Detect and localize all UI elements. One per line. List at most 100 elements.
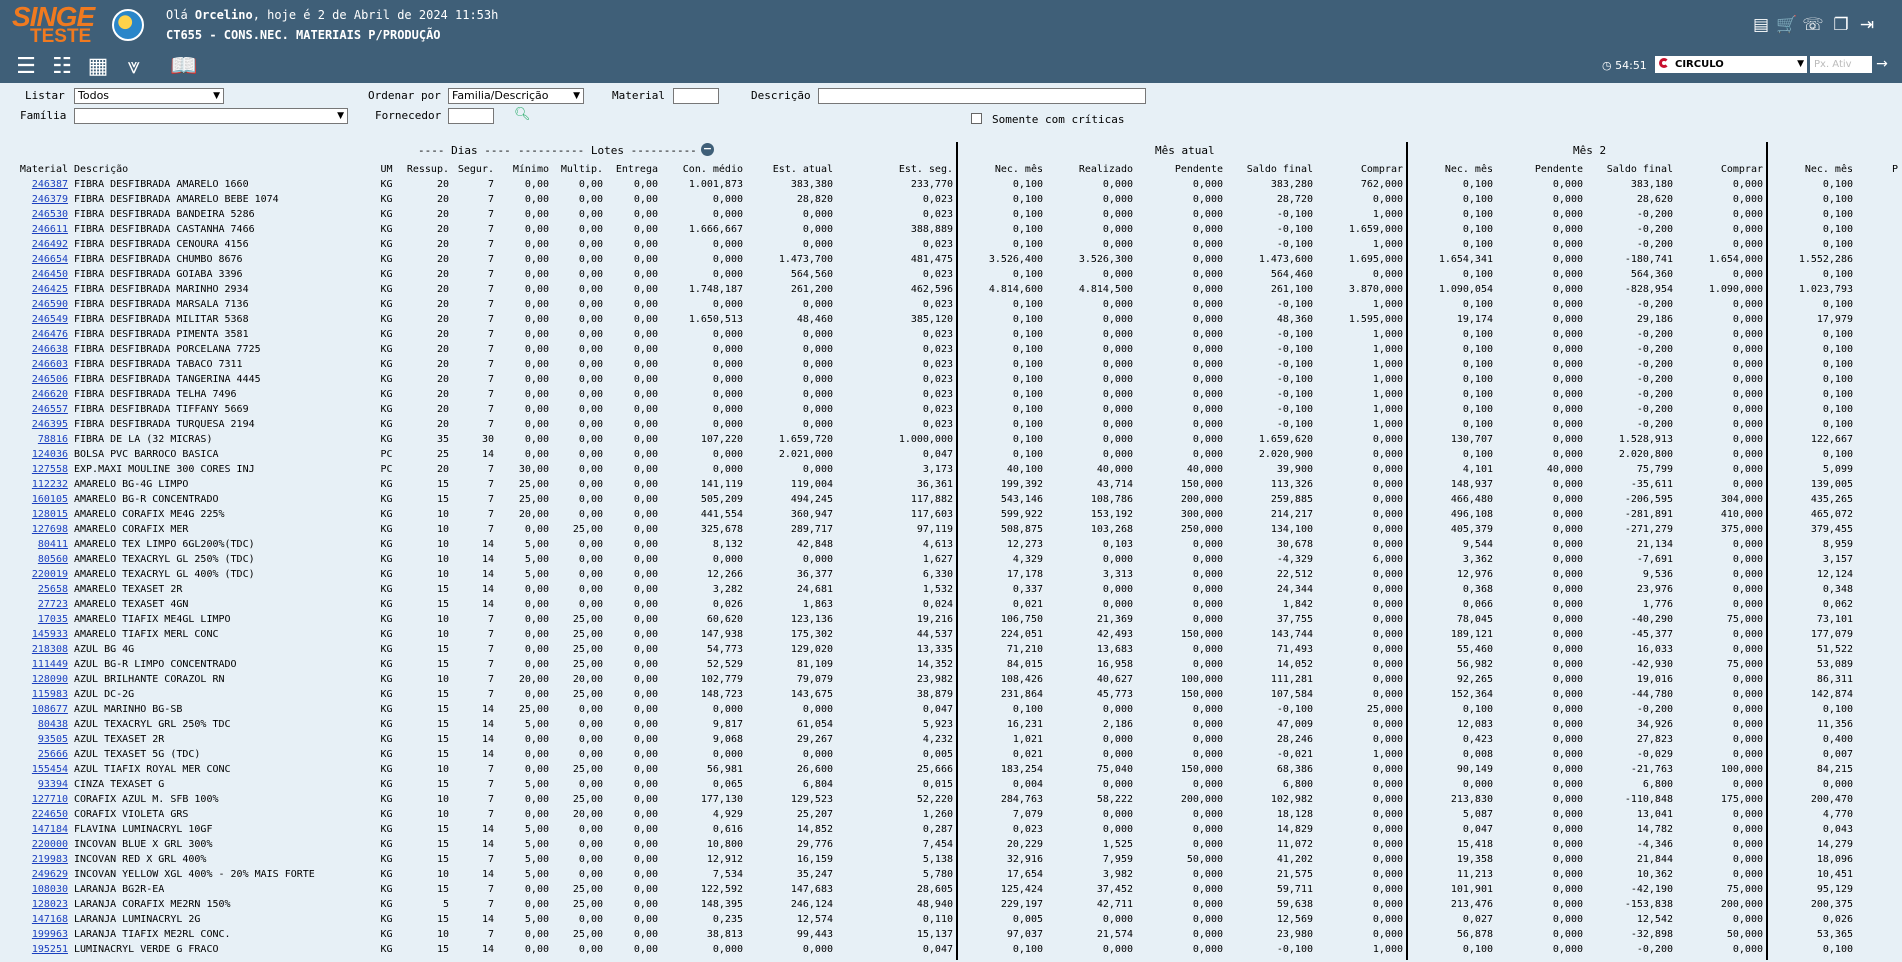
column-header[interactable]: Pendente	[1497, 162, 1587, 177]
report-icon[interactable]: ▦	[82, 54, 114, 80]
material-link[interactable]: 128023	[32, 899, 68, 910]
material-link[interactable]: 246549	[32, 314, 68, 325]
material-link[interactable]: 224650	[32, 809, 68, 820]
material-link[interactable]: 246387	[32, 179, 68, 190]
material-link[interactable]: 246476	[32, 329, 68, 340]
material-link[interactable]: 246506	[32, 374, 68, 385]
column-header[interactable]: Mínimo	[498, 162, 553, 177]
book-icon[interactable]: 📖	[168, 54, 200, 80]
material-link[interactable]: 127710	[32, 794, 68, 805]
column-header[interactable]: Descrição	[72, 162, 375, 177]
ordenar-select[interactable]: Familia/Descrição ▼	[448, 88, 584, 104]
logout-icon[interactable]: ⇥	[1856, 14, 1878, 36]
column-header[interactable]: Nec. mês	[1407, 162, 1497, 177]
column-header[interactable]: UM	[375, 162, 398, 177]
material-link[interactable]: 147168	[32, 914, 68, 925]
material-link[interactable]: 160105	[32, 494, 68, 505]
windows-icon[interactable]: ❐	[1830, 14, 1852, 36]
column-header[interactable]: Est. atual	[747, 162, 837, 177]
column-header[interactable]: Comprar	[1677, 162, 1767, 177]
material-link[interactable]: 124036	[32, 449, 68, 460]
column-header[interactable]: Comprar	[1317, 162, 1407, 177]
material-link[interactable]: 199963	[32, 929, 68, 940]
column-header[interactable]: Nec. mês	[957, 162, 1047, 177]
material-link[interactable]: 246395	[32, 419, 68, 430]
material-link[interactable]: 246638	[32, 344, 68, 355]
material-link[interactable]: 246425	[32, 284, 68, 295]
material-link[interactable]: 246557	[32, 404, 68, 415]
column-header[interactable]: Pendente	[1137, 162, 1227, 177]
material-link[interactable]: 219983	[32, 854, 68, 865]
checklist-icon[interactable]: ☷	[46, 54, 78, 80]
material-link[interactable]: 93505	[38, 734, 68, 745]
material-link[interactable]: 220000	[32, 839, 68, 850]
column-header[interactable]: Realizado	[1047, 162, 1137, 177]
material-link[interactable]: 145933	[32, 629, 68, 640]
material-link[interactable]: 246450	[32, 269, 68, 280]
material-link[interactable]: 246654	[32, 254, 68, 265]
column-header[interactable]: Nec. mês	[1767, 162, 1857, 177]
column-header[interactable]: Saldo final	[1587, 162, 1677, 177]
material-link[interactable]: 246379	[32, 194, 68, 205]
material-link[interactable]: 108030	[32, 884, 68, 895]
material-link[interactable]: 93394	[38, 779, 68, 790]
material-link[interactable]: 249629	[32, 869, 68, 880]
material-link[interactable]: 80560	[38, 554, 68, 565]
material-link[interactable]: 220019	[32, 569, 68, 580]
material-link[interactable]: 111449	[32, 659, 68, 670]
material-link[interactable]: 78816	[38, 434, 68, 445]
material-link[interactable]: 80411	[38, 539, 68, 550]
column-header[interactable]: Segur.	[453, 162, 498, 177]
column-header[interactable]: Est. seg.	[837, 162, 957, 177]
column-header[interactable]: Saldo final	[1227, 162, 1317, 177]
material-link[interactable]: 17035	[38, 614, 68, 625]
material-link[interactable]: 127558	[32, 464, 68, 475]
go-arrow-icon[interactable]: →	[1872, 55, 1892, 73]
company-select[interactable]: CIRCULO ▼	[1655, 56, 1807, 73]
column-header[interactable]: Ressup.	[398, 162, 453, 177]
material-link[interactable]: 147184	[32, 824, 68, 835]
column-header[interactable]: Material	[0, 162, 72, 177]
material-link[interactable]: 246530	[32, 209, 68, 220]
material-link[interactable]: 218308	[32, 644, 68, 655]
material-link[interactable]: 25666	[38, 749, 68, 760]
material-link[interactable]: 25658	[38, 584, 68, 595]
material-link[interactable]: 246620	[32, 389, 68, 400]
column-header[interactable]: Multip.	[553, 162, 607, 177]
phone-icon[interactable]: ☏	[1802, 14, 1824, 36]
fornecedor-input[interactable]	[448, 108, 494, 124]
material-link[interactable]: 127698	[32, 524, 68, 535]
material-link[interactable]: 80438	[38, 719, 68, 730]
material-link[interactable]: 246603	[32, 359, 68, 370]
material-link[interactable]: 128015	[32, 509, 68, 520]
material-link[interactable]: 108677	[32, 704, 68, 715]
list-icon[interactable]: ☰	[10, 54, 42, 80]
globe-logo-icon[interactable]	[112, 9, 144, 41]
collapse-down-icon[interactable]: ⩔	[118, 54, 150, 80]
descricao-input[interactable]	[818, 88, 1146, 104]
material-link[interactable]: 128090	[32, 674, 68, 685]
table-cell: 30,678	[1276, 539, 1313, 550]
material-link[interactable]: 115983	[32, 689, 68, 700]
material-link[interactable]: 112232	[32, 479, 68, 490]
material-link[interactable]: 195251	[32, 944, 68, 955]
column-header[interactable]: Con. médio	[662, 162, 747, 177]
collapse-minus-icon[interactable]: −	[701, 143, 714, 156]
material-link[interactable]: 27723	[38, 599, 68, 610]
material-link[interactable]: 246590	[32, 299, 68, 310]
material-link[interactable]: 246492	[32, 239, 68, 250]
table-cell: 1.595,000	[1348, 314, 1403, 325]
column-header[interactable]: P	[1857, 162, 1902, 177]
material-input[interactable]	[673, 88, 719, 104]
material-link[interactable]: 246611	[32, 224, 68, 235]
table-cell: 0,000	[1372, 899, 1403, 910]
listar-select[interactable]: Todos ▼	[74, 88, 224, 104]
document-icon[interactable]: ▤	[1750, 14, 1772, 36]
px-ativ-input[interactable]: Px. Ativ	[1810, 56, 1872, 73]
cart-icon[interactable]: 🛒	[1776, 14, 1798, 36]
material-link[interactable]: 155454	[32, 764, 68, 775]
search-icon[interactable]: 🔍︎	[514, 108, 531, 122]
familia-select[interactable]: ▼	[74, 108, 348, 124]
column-header[interactable]: Entrega	[607, 162, 662, 177]
somente-criticas-checkbox[interactable]	[971, 113, 982, 124]
